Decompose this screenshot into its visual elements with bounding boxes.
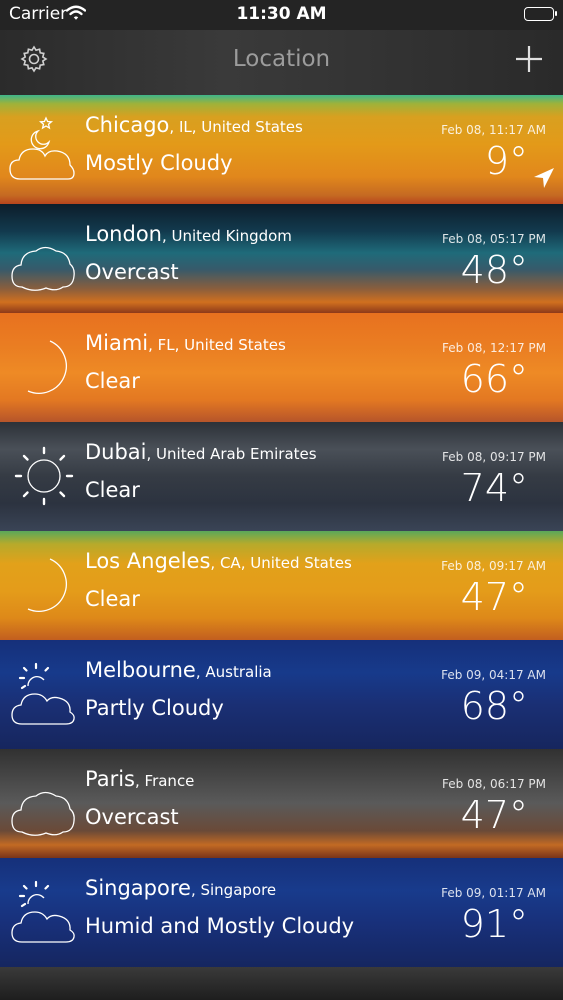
city-name: Singapore, Singapore [85,876,277,900]
weather-condition: Mostly Cloudy [85,151,233,175]
city-region: , Australia [195,663,272,681]
location-row-chicago[interactable]: Chicago, IL, United States Mostly Cloudy… [0,95,563,204]
city-name: Miami, FL, United States [85,331,286,355]
location-row-dubai[interactable]: Dubai, United Arab Emirates Clear Feb 08… [0,422,563,531]
cloud-icon [8,218,80,298]
city-name: London, United Kingdom [85,222,292,246]
city-name: Dubai, United Arab Emirates [85,440,317,464]
weather-condition: Partly Cloudy [85,696,224,720]
local-datetime: Feb 08, 06:17 PM [442,777,546,791]
page-title: Location [232,46,331,72]
temperature: 91° [460,902,528,946]
city-region: , CA, United States [210,554,352,572]
add-location-button[interactable] [514,44,544,74]
local-datetime: Feb 08, 11:17 AM [441,123,546,137]
battery-icon [524,7,557,21]
weather-condition: Overcast [85,260,179,284]
location-row-paris[interactable]: Paris, France Overcast Feb 08, 06:17 PM … [0,749,563,858]
city-name: Los Angeles, CA, United States [85,549,352,573]
temperature: 74° [460,466,528,510]
location-list: Chicago, IL, United States Mostly Cloudy… [0,95,563,967]
city-region: , Singapore [190,881,277,899]
city-region: , IL, United States [169,118,303,136]
partly-cloudy-day-icon [8,654,80,734]
partly-cloudy-night-icon [8,109,80,189]
local-datetime: Feb 08, 09:17 AM [441,559,546,573]
local-datetime: Feb 08, 12:17 PM [442,341,546,355]
location-row-los-angeles[interactable]: Los Angeles, CA, United States Clear Feb… [0,531,563,640]
weather-condition: Clear [85,478,140,502]
location-row-singapore[interactable]: Singapore, Singapore Humid and Mostly Cl… [0,858,563,967]
local-datetime: Feb 09, 04:17 AM [441,668,546,682]
cloud-icon [8,763,80,843]
temperature: 47° [460,793,528,837]
temperature: 48° [460,248,528,292]
location-row-london[interactable]: London, United Kingdom Overcast Feb 08, … [0,204,563,313]
location-row-melbourne[interactable]: Melbourne, Australia Partly Cloudy Feb 0… [0,640,563,749]
nav-bar: Location [0,30,563,95]
weather-condition: Overcast [85,805,179,829]
city-name: Melbourne, Australia [85,658,272,682]
city-region: , France [135,772,195,790]
sun-icon [8,436,80,516]
local-datetime: Feb 08, 09:17 PM [442,450,546,464]
city-name: Chicago, IL, United States [85,113,303,137]
temperature: 68° [460,684,528,728]
weather-condition: Clear [85,369,140,393]
clock-time: 11:30 AM [236,4,327,24]
partly-cloudy-day-icon [8,872,80,952]
temperature: 47° [460,575,528,619]
status-bar: Carrier 11:30 AM [0,0,563,30]
temperature: 66° [460,357,528,401]
list-bottom-edge [0,967,563,1000]
weather-condition: Clear [85,587,140,611]
local-datetime: Feb 09, 01:17 AM [441,886,546,900]
city-region: , United Kingdom [161,227,292,245]
city-name: Paris, France [85,767,195,791]
moon-icon [8,327,80,407]
city-region: , FL, United States [148,336,286,354]
city-region: , United Arab Emirates [146,445,317,463]
location-arrow-icon [533,167,555,189]
location-row-miami[interactable]: Miami, FL, United States Clear Feb 08, 1… [0,313,563,422]
temperature: 9° [484,139,528,183]
local-datetime: Feb 08, 05:17 PM [442,232,546,246]
weather-condition: Humid and Mostly Cloudy [85,914,355,938]
moon-icon [8,545,80,625]
